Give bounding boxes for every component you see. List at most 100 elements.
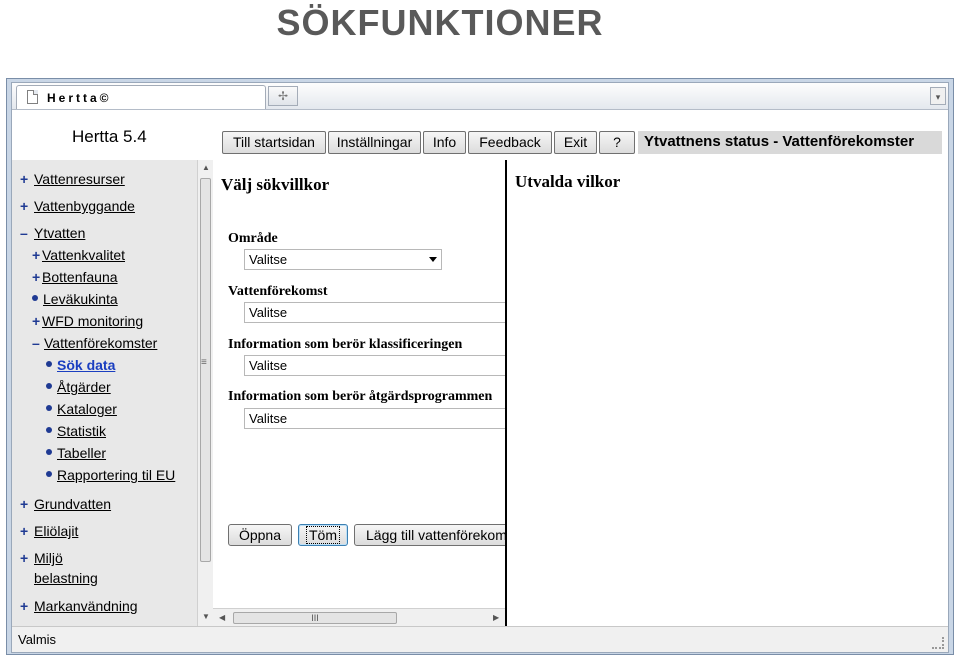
scroll-grip-icon: III	[311, 613, 319, 623]
bullet-icon	[46, 449, 52, 456]
sidebar-item-label: Ytvatten	[34, 225, 86, 241]
plus-icon: ✢	[277, 89, 289, 103]
home-button[interactable]: Till startsidan	[222, 131, 326, 154]
status-text: Valmis	[18, 632, 57, 647]
sidebar-scrollbar[interactable]: ▲ ≡ ▼	[197, 160, 213, 626]
bullet-icon	[46, 405, 52, 412]
sidebar-item-wfd-monitoring[interactable]: + WFD monitoring	[32, 313, 143, 329]
expand-icon: +	[32, 247, 41, 263]
sidebar-scroll-thumb[interactable]	[200, 178, 211, 562]
clear-button-label: Töm	[306, 526, 340, 544]
sidebar-item-atgarder[interactable]: Åtgärder	[46, 379, 111, 395]
waterbody-select-value: Valitse	[249, 305, 288, 320]
expand-icon: +	[20, 550, 29, 566]
sidebar-item-label: Eliölajit	[34, 523, 79, 539]
bullet-icon	[46, 427, 52, 434]
scroll-left-icon[interactable]: ◀	[219, 613, 225, 622]
sidebar-item-label: Statistik	[57, 423, 107, 439]
sidebar-item-grundvatten[interactable]: + Grundvatten	[20, 496, 111, 512]
browser-viewport: Hertta© ✢ ▾ Hertta 5.4 Till startsidan I…	[11, 82, 949, 653]
expand-icon: +	[20, 523, 29, 539]
waterbody-select[interactable]: Valitse	[244, 302, 505, 323]
page-header-bar: Ytvattnens status - Vattenförekomster	[638, 131, 942, 154]
search-panel-hscrollbar[interactable]: ◀ III ▶	[213, 608, 505, 626]
expand-icon: +	[20, 598, 29, 614]
area-select[interactable]: Valitse	[244, 249, 442, 270]
settings-button[interactable]: Inställningar	[328, 131, 421, 154]
sidebar-item-label: Vattenresurser	[34, 171, 125, 187]
sidebar-item-label: Markanvändning	[34, 598, 138, 614]
search-panel: Välj sökvillkor Område Valitse Vattenför…	[213, 160, 505, 608]
area-select-value: Valitse	[249, 252, 288, 267]
expand-icon: +	[20, 496, 29, 512]
dropdown-arrow-icon	[429, 257, 437, 262]
open-button[interactable]: Öppna	[228, 524, 292, 546]
expand-icon: +	[20, 171, 29, 187]
search-heading: Välj sökvillkor	[221, 175, 330, 194]
sidebar-item-bottenfauna[interactable]: + Bottenfauna	[32, 269, 118, 285]
bullet-icon	[32, 295, 38, 302]
resize-grip-icon[interactable]	[932, 637, 944, 649]
expand-icon: +	[32, 313, 41, 329]
sidebar-item-label: Rapportering til EU	[57, 467, 176, 483]
bullet-icon	[46, 361, 52, 368]
add-waterbodies-button[interactable]: Lägg till vattenförekomster	[354, 524, 505, 546]
sidebar-item-label: Grundvatten	[34, 496, 112, 512]
scroll-grip-icon: ≡	[201, 357, 207, 368]
sidebar-item-miljo[interactable]: + Miljö	[20, 550, 63, 566]
sidebar-item-eliolajit[interactable]: + Eliölajit	[20, 523, 78, 539]
measures-label: Information som berör åtgärdsprogrammen	[228, 389, 493, 404]
exit-button[interactable]: Exit	[554, 131, 597, 154]
sidebar-item-kataloger[interactable]: Kataloger	[46, 401, 117, 417]
status-bar: Valmis	[12, 626, 948, 652]
sidebar-item-label: Tabeller	[57, 445, 107, 461]
sidebar-item-label: Sök data	[57, 357, 116, 373]
bullet-icon	[46, 471, 52, 478]
clear-button[interactable]: Töm	[298, 524, 348, 546]
sidebar-item-label: Kataloger	[57, 401, 117, 417]
feedback-button[interactable]: Feedback	[468, 131, 552, 154]
tab-list-button[interactable]: ▾	[930, 87, 946, 105]
sidebar-item-label: Miljö	[34, 550, 63, 566]
sidebar-item-tabeller[interactable]: Tabeller	[46, 445, 106, 461]
slide-title: SÖKFUNKTIONER	[276, 2, 604, 43]
classification-select-value: Valitse	[249, 358, 288, 373]
sidebar-item-vattenresurser[interactable]: + Vattenresurser	[20, 171, 125, 187]
area-label: Område	[228, 231, 278, 246]
app-title: Hertta 5.4	[72, 127, 147, 146]
tab-title: Hertta©	[47, 91, 112, 105]
sidebar-item-miljo-line2[interactable]: belastning	[34, 570, 98, 586]
help-button[interactable]: ?	[599, 131, 635, 154]
sidebar-item-vattenforekomster[interactable]: – Vattenförekomster	[32, 335, 157, 351]
sidebar-item-label: Vattenkvalitet	[42, 247, 126, 263]
collapse-icon: –	[32, 335, 40, 351]
sidebar-item-label: Leväkukinta	[43, 291, 118, 307]
sidebar-item-rapportering[interactable]: Rapportering til EU	[46, 467, 175, 483]
new-tab-button[interactable]: ✢	[268, 86, 298, 106]
sidebar-item-markanvandning[interactable]: + Markanvändning	[20, 598, 138, 614]
waterbody-label: Vattenförekomst	[228, 284, 328, 299]
sidebar-item-label: belastning	[34, 570, 98, 586]
scroll-down-icon[interactable]: ▼	[202, 612, 210, 621]
measures-select[interactable]: Valitse	[244, 408, 505, 429]
sidebar-item-ytvatten[interactable]: – Ytvatten	[20, 225, 85, 241]
scroll-right-icon[interactable]: ▶	[493, 613, 499, 622]
app-header: Hertta 5.4 Till startsidan Inställningar…	[12, 110, 948, 160]
sidebar-item-statistik[interactable]: Statistik	[46, 423, 106, 439]
collapse-icon: –	[20, 225, 28, 241]
browser-tab[interactable]: Hertta©	[16, 85, 266, 109]
page-icon	[27, 90, 38, 104]
sidebar-item-levakukinta[interactable]: Leväkukinta	[32, 291, 118, 307]
classification-select[interactable]: Valitse	[244, 355, 505, 376]
hscroll-thumb[interactable]: III	[233, 612, 397, 624]
info-button[interactable]: Info	[423, 131, 466, 154]
browser-window: Hertta© ✢ ▾ Hertta 5.4 Till startsidan I…	[6, 78, 954, 655]
sidebar-item-vattenkvalitet[interactable]: + Vattenkvalitet	[32, 247, 125, 263]
sidebar-item-vattenbyggande[interactable]: + Vattenbyggande	[20, 198, 135, 214]
bullet-icon	[46, 383, 52, 390]
sidebar-item-sok-data[interactable]: Sök data	[46, 357, 115, 373]
selected-criteria-panel: Utvalda vilkor	[507, 160, 948, 626]
tab-strip: Hertta© ✢ ▾	[12, 83, 948, 110]
scroll-up-icon[interactable]: ▲	[202, 163, 210, 172]
page-header: Ytvattnens status - Vattenförekomster	[644, 133, 915, 150]
